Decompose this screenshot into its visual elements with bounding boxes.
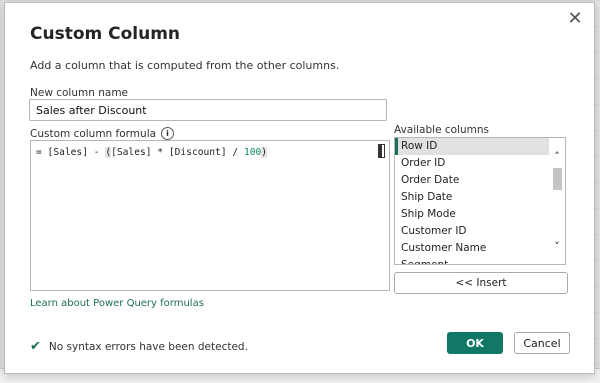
available-column-item[interactable]: Order ID: [395, 155, 565, 172]
insert-button[interactable]: << Insert: [394, 272, 568, 294]
custom-column-formula-label: Custom column formula i: [30, 127, 175, 140]
ok-button[interactable]: OK: [447, 332, 503, 354]
formula-text[interactable]: = [Sales] - ([Sales] * [Discount] / 100): [36, 147, 268, 158]
learn-power-query-link[interactable]: Learn about Power Query formulas: [30, 298, 204, 309]
formula-prefix: = [Sales] -: [36, 147, 106, 158]
new-column-name-input[interactable]: [29, 99, 387, 121]
syntax-status: ✔ No syntax errors have been detected.: [30, 339, 248, 354]
scrollbar-thumb[interactable]: [553, 168, 562, 190]
available-column-item[interactable]: Customer ID: [395, 223, 565, 240]
available-columns-label: Available columns: [394, 124, 489, 136]
available-column-item[interactable]: Ship Date: [395, 189, 565, 206]
dialog-title: Custom Column: [30, 24, 181, 44]
available-columns-list[interactable]: Row ID Order ID Order Date Ship Date Shi…: [394, 137, 566, 265]
chevron-up-icon[interactable]: ˄: [549, 150, 565, 164]
cancel-button[interactable]: Cancel: [514, 332, 570, 354]
available-column-item[interactable]: Segment: [395, 257, 565, 264]
info-icon[interactable]: i: [161, 127, 175, 140]
available-column-item[interactable]: Order Date: [395, 172, 565, 189]
new-column-name-label: New column name: [30, 87, 129, 99]
chevron-down-icon[interactable]: ˅: [549, 240, 565, 254]
close-icon[interactable]: ✕: [566, 10, 584, 28]
available-columns-scrollbar[interactable]: ˄ ˅: [549, 138, 565, 264]
formula-scrollbar[interactable]: [378, 144, 385, 158]
formula-editor[interactable]: = [Sales] - ([Sales] * [Discount] / 100): [30, 140, 390, 291]
formula-number: 100: [243, 147, 262, 158]
formula-label-text: Custom column formula: [30, 127, 157, 140]
available-column-item[interactable]: Row ID: [395, 138, 565, 155]
formula-middle: [Sales] * [Discount] /: [111, 147, 244, 158]
syntax-status-text: No syntax errors have been detected.: [48, 340, 248, 353]
formula-paren-close: ): [261, 147, 268, 158]
available-column-item[interactable]: Customer Name: [395, 240, 565, 257]
available-column-item[interactable]: Ship Mode: [395, 206, 565, 223]
check-icon: ✔: [30, 339, 41, 354]
dialog-description: Add a column that is computed from the o…: [30, 59, 340, 72]
custom-column-dialog: ✕ Custom Column Add a column that is com…: [4, 2, 595, 374]
